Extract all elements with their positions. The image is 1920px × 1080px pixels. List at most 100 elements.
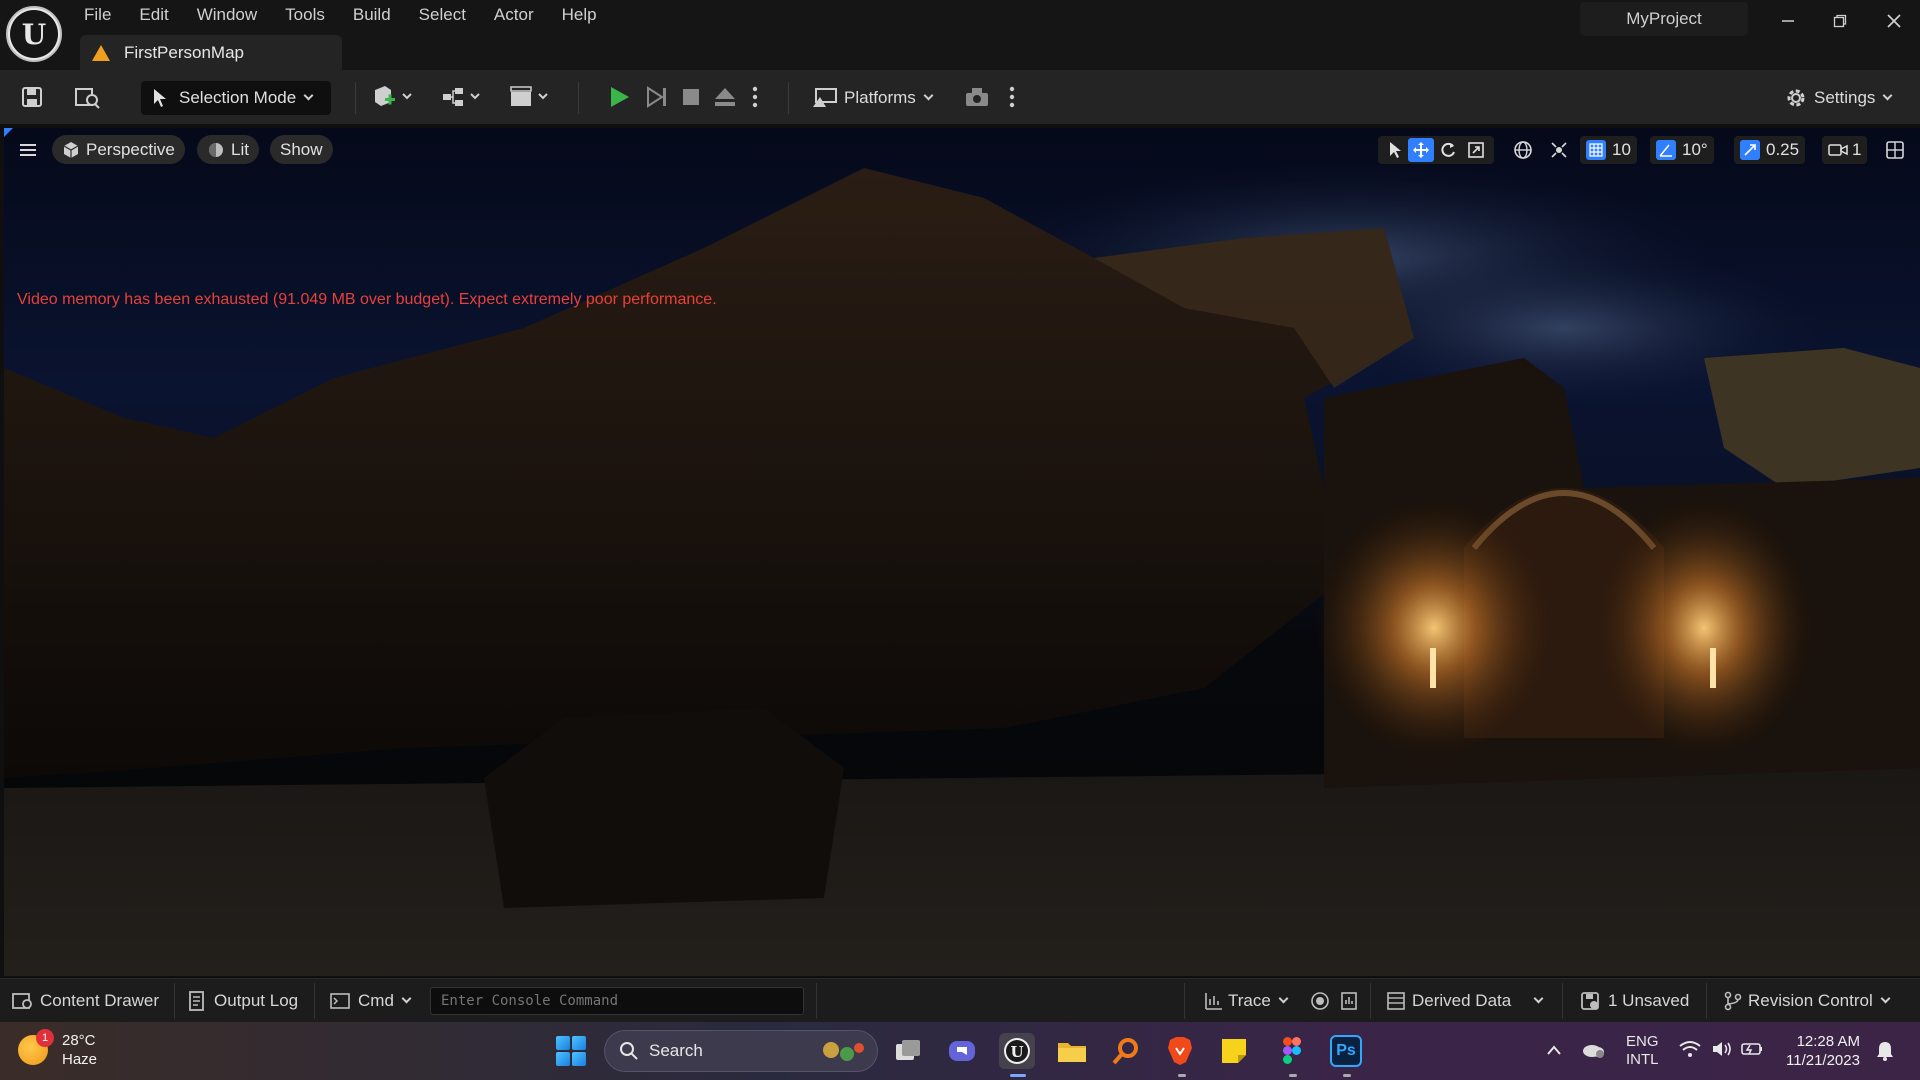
windows-taskbar: 1 28°C Haze Search U Ps ENG INTL 12:28 A… xyxy=(0,1022,1920,1080)
search-highlight-icon xyxy=(823,1042,864,1061)
grid-snap-toggle[interactable]: 10 xyxy=(1580,136,1637,164)
status-bar: Content Drawer Output Log Cmd Trace Deri… xyxy=(0,978,1920,1022)
task-view-icon[interactable] xyxy=(890,1033,926,1069)
chevron-up-icon[interactable] xyxy=(1546,1043,1562,1060)
menu-edit[interactable]: Edit xyxy=(125,0,182,30)
content-browser-icon[interactable] xyxy=(72,82,102,112)
scale-tool-icon[interactable] xyxy=(1462,141,1490,159)
minimize-icon[interactable] xyxy=(1762,4,1814,38)
photoshop-icon[interactable]: Ps xyxy=(1330,1035,1362,1067)
output-log-button[interactable]: Output Log xyxy=(188,979,298,1023)
camera-speed-value: 1 xyxy=(1852,140,1862,159)
figma-icon[interactable] xyxy=(1274,1033,1310,1069)
advance-frame-icon[interactable] xyxy=(642,82,672,112)
menu-window[interactable]: Window xyxy=(183,0,271,30)
save-icon[interactable] xyxy=(17,82,47,112)
menu-tools[interactable]: Tools xyxy=(271,0,339,30)
volume-icon[interactable] xyxy=(1711,1040,1733,1062)
record-icon[interactable] xyxy=(1310,979,1330,1023)
rotation-snap-toggle[interactable]: 10° xyxy=(1650,136,1714,164)
content-drawer-icon xyxy=(12,993,32,1009)
video-memory-warning: Video memory has been exhausted (91.049 … xyxy=(17,291,717,308)
cinematics-icon[interactable] xyxy=(506,82,556,112)
rotate-tool-icon[interactable] xyxy=(1434,141,1462,159)
weather-widget[interactable]: 1 28°C Haze xyxy=(18,1029,97,1069)
document-tab[interactable]: FirstPersonMap xyxy=(80,35,342,71)
move-tool-icon[interactable] xyxy=(1408,138,1434,162)
lit-dropdown[interactable]: Lit xyxy=(197,135,259,164)
menu-bar: File Edit Window Tools Build Select Acto… xyxy=(70,0,611,30)
clock[interactable]: 12:28 AM 11/21/2023 xyxy=(1786,1032,1860,1070)
grid-icon xyxy=(1586,140,1606,160)
separator xyxy=(788,82,789,114)
weather-temperature: 28°C xyxy=(62,1032,96,1049)
perspective-label: Perspective xyxy=(86,139,175,159)
menu-build[interactable]: Build xyxy=(339,0,405,30)
weather-icon: 1 xyxy=(18,1029,54,1065)
language-indicator[interactable]: ENG INTL xyxy=(1626,1033,1659,1069)
stop-icon[interactable] xyxy=(676,82,706,112)
console-command-input[interactable] xyxy=(430,987,804,1015)
trace-icon xyxy=(1205,993,1222,1010)
taskbar-search[interactable]: Search xyxy=(604,1030,878,1072)
restore-icon[interactable] xyxy=(1814,4,1866,38)
project-name: MyProject xyxy=(1580,2,1748,36)
more-options-icon[interactable] xyxy=(747,82,763,112)
platforms-label: Platforms xyxy=(844,88,916,107)
more-options-icon[interactable] xyxy=(1004,82,1020,112)
file-explorer-icon[interactable] xyxy=(1054,1033,1090,1069)
start-button[interactable] xyxy=(556,1036,586,1066)
separator xyxy=(314,983,315,1019)
hamburger-menu-icon[interactable] xyxy=(15,137,41,163)
settings-dropdown[interactable]: Settings xyxy=(1784,83,1893,113)
menu-select[interactable]: Select xyxy=(405,0,480,30)
language-code: ENG xyxy=(1626,1033,1659,1050)
unreal-taskbar-icon[interactable]: U xyxy=(999,1033,1035,1069)
platforms-dropdown[interactable]: Platforms xyxy=(812,83,934,113)
wifi-icon[interactable] xyxy=(1678,1040,1701,1062)
trace-dropdown[interactable]: Trace xyxy=(1204,979,1289,1023)
search-tool-icon[interactable] xyxy=(1108,1033,1144,1069)
battery-icon[interactable] xyxy=(1740,1040,1763,1062)
menu-help[interactable]: Help xyxy=(548,0,611,30)
selection-mode-dropdown[interactable]: Selection Mode xyxy=(141,81,331,115)
separator xyxy=(816,983,817,1019)
menu-actor[interactable]: Actor xyxy=(480,0,548,30)
surface-snapping-icon[interactable] xyxy=(1546,137,1572,163)
level-viewport[interactable]: Perspective Lit Show 10 10° 0.25 1 Video… xyxy=(4,128,1920,976)
show-dropdown[interactable]: Show xyxy=(270,135,333,164)
snapshot-icon[interactable] xyxy=(1340,979,1358,1023)
unsaved-button[interactable]: 1 Unsaved xyxy=(1580,979,1689,1023)
eject-icon[interactable] xyxy=(710,82,740,112)
close-icon[interactable] xyxy=(1868,4,1920,38)
scale-snap-toggle[interactable]: 0.25 xyxy=(1734,136,1806,164)
add-actor-icon[interactable] xyxy=(368,82,418,112)
onedrive-icon[interactable] xyxy=(1580,1039,1606,1063)
content-drawer-button[interactable]: Content Drawer xyxy=(12,979,159,1023)
chat-app-icon[interactable] xyxy=(944,1033,980,1069)
chevron-down-icon xyxy=(303,90,314,101)
camera-speed-dropdown[interactable]: 1 xyxy=(1822,136,1868,164)
play-icon[interactable] xyxy=(604,82,634,112)
app-indicator xyxy=(1289,1074,1297,1077)
unreal-logo-icon[interactable]: U xyxy=(6,6,62,62)
chevron-down-icon xyxy=(1882,90,1893,101)
perspective-dropdown[interactable]: Perspective xyxy=(52,135,185,164)
notifications-icon[interactable] xyxy=(1876,1040,1894,1067)
blueprint-icon[interactable] xyxy=(438,82,488,112)
viewport-layout-icon[interactable] xyxy=(1882,137,1908,163)
chevron-down-icon xyxy=(1880,993,1891,1004)
lit-icon xyxy=(209,142,223,157)
brave-browser-icon[interactable] xyxy=(1162,1033,1198,1069)
world-coordinates-icon[interactable] xyxy=(1510,137,1536,163)
cursor-icon xyxy=(154,89,166,107)
derived-data-dropdown[interactable]: Derived Data xyxy=(1386,979,1544,1023)
sticky-notes-icon[interactable] xyxy=(1216,1033,1252,1069)
document-tab-label: FirstPersonMap xyxy=(124,43,244,62)
app-indicator xyxy=(1178,1074,1186,1077)
device-profiles-icon[interactable] xyxy=(962,82,992,112)
revision-control-dropdown[interactable]: Revision Control xyxy=(1724,979,1891,1023)
cmd-dropdown[interactable]: Cmd xyxy=(330,979,412,1023)
select-tool-icon[interactable] xyxy=(1382,141,1408,159)
menu-file[interactable]: File xyxy=(70,0,125,30)
